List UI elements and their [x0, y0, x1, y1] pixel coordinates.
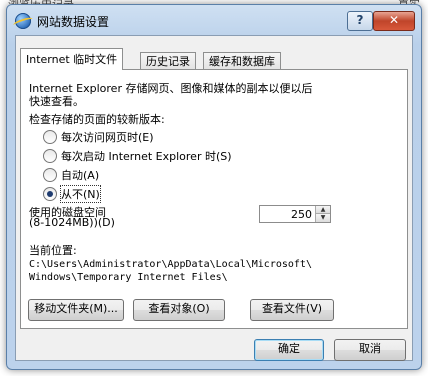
radio-automatic-label[interactable]: 自动(A) [61, 167, 99, 183]
tab-panel: Internet Explorer 存储网页、图像和媒体的副本以便以后 快速查看… [20, 69, 408, 329]
view-files-button[interactable]: 查看文件(V) [250, 299, 334, 321]
radio-never-label[interactable]: 从不(N) [60, 185, 101, 203]
disk-space-input[interactable] [260, 206, 315, 222]
radio-every-start[interactable] [43, 149, 57, 163]
spin-up-icon[interactable]: ▲ [316, 206, 330, 214]
check-versions-label: 检查存储的页面的较新版本: [29, 113, 165, 126]
title-bar[interactable]: 网站数据设置 ? ✕ [7, 5, 421, 35]
ok-button[interactable]: 确定 [254, 339, 324, 361]
tab-cache-and-databases[interactable]: 缓存和数据库 [203, 52, 281, 70]
radio-every-visit-label[interactable]: 每次访问网页时(E) [61, 129, 154, 145]
cancel-button[interactable]: 取消 [334, 339, 406, 361]
current-location-label: 当前位置: [29, 244, 77, 257]
tab-history[interactable]: 历史记录 [140, 52, 196, 70]
window-title: 网站数据设置 [37, 15, 110, 29]
disk-space-stepper[interactable]: ▲ ▼ [259, 205, 331, 223]
location-path-line-1: C:\Users\Administrator\AppData\Local\Mic… [29, 259, 312, 270]
help-button[interactable]: ? [347, 11, 373, 31]
close-button[interactable]: ✕ [373, 11, 415, 31]
dialog-client: Internet 临时文件 历史记录 缓存和数据库 Internet Explo… [15, 35, 413, 361]
description-line-2: 快速查看。 [29, 95, 84, 108]
tab-temporary-files[interactable]: Internet 临时文件 [20, 48, 124, 70]
disk-space-label-line-2: (8-1024MB))(D) [29, 216, 115, 229]
radio-every-start-label[interactable]: 每次启动 Internet Explorer 时(S) [61, 148, 232, 164]
radio-automatic[interactable] [43, 168, 57, 182]
move-folder-button[interactable]: 移动文件夹(M)... [28, 299, 124, 321]
spin-buttons: ▲ ▼ [315, 206, 330, 222]
view-objects-button[interactable]: 查看对象(O) [133, 299, 225, 321]
radio-every-visit[interactable] [43, 130, 57, 144]
spin-down-icon[interactable]: ▼ [316, 214, 330, 222]
ie-globe-icon [15, 13, 31, 29]
radio-never[interactable] [43, 187, 57, 201]
location-path-line-2: Windows\Temporary Internet Files\ [29, 272, 228, 283]
dialog-window: 网站数据设置 ? ✕ Internet 临时文件 历史记录 缓存和数据库 Int… [6, 4, 422, 370]
